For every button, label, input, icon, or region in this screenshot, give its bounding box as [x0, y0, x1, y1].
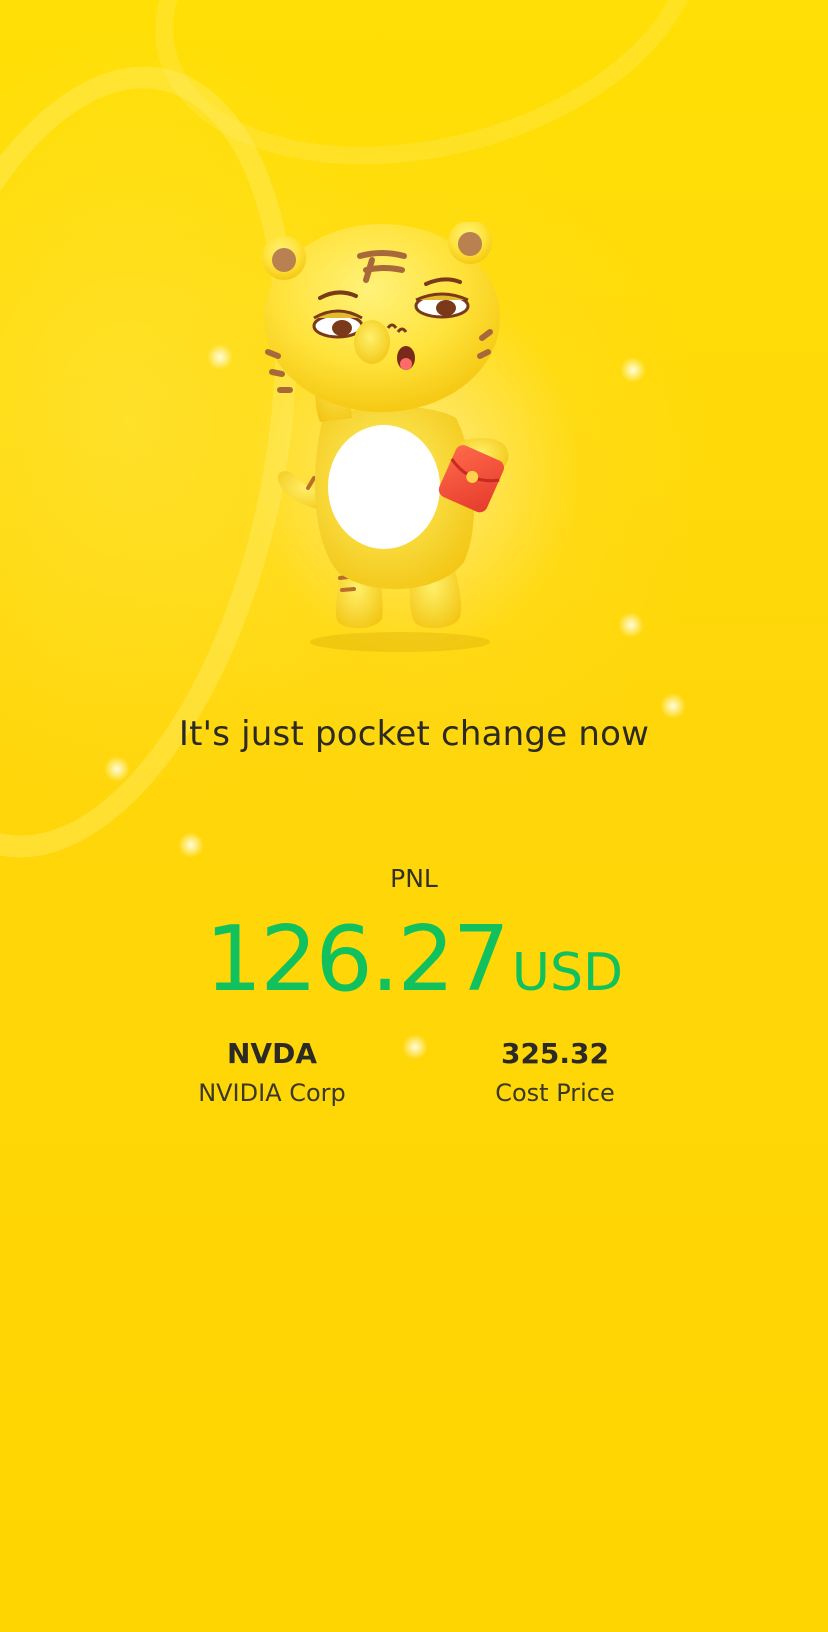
sparkle-icon	[618, 612, 644, 638]
pnl-label: PNL	[390, 864, 438, 893]
stock-name: NVIDIA Corp	[198, 1079, 346, 1107]
cost-info: 325.32 Cost Price	[405, 1034, 705, 1110]
stock-info: NVDA NVIDIA Corp	[122, 1034, 422, 1110]
pnl-currency: USD	[511, 943, 624, 1003]
stock-ticker: NVDA	[226, 1037, 317, 1070]
message-text: It's just pocket change now	[178, 714, 650, 754]
background-swirl	[117, 0, 739, 219]
sparkle-icon	[207, 344, 233, 370]
sparkle-icon	[620, 357, 646, 383]
cost-price-value: 325.32	[500, 1037, 610, 1070]
sparkle-icon	[178, 832, 204, 858]
pnl-share-card: It's just pocket change now PNL 126.27 U…	[0, 0, 828, 1632]
pnl-value: 126.27	[204, 907, 510, 1012]
tiger-mascot-icon	[260, 222, 570, 662]
cost-price-label: Cost Price	[495, 1079, 615, 1107]
pnl-amount: 126.27 USD	[0, 905, 828, 1015]
